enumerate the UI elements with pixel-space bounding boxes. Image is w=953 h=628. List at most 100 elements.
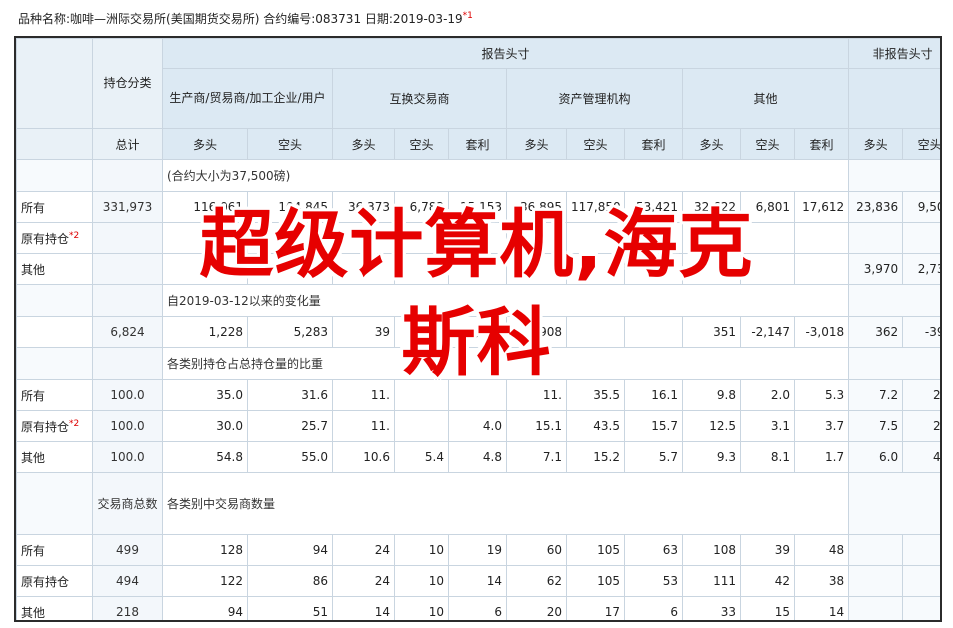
table-cell: 10 bbox=[394, 565, 449, 597]
table-cell: 105 bbox=[566, 565, 625, 597]
row-label-text: 原有持仓 bbox=[21, 419, 70, 434]
section-row: (合约大小为37,500磅) bbox=[16, 159, 940, 192]
table-row: 其他 100.0 54.8 55.0 10.6 5.4 4.8 7.1 15.2 5.7 9.3 8.… bbox=[16, 441, 940, 473]
header-swap: 互换交易商 bbox=[332, 68, 507, 129]
table-cell: 7.1 bbox=[506, 441, 567, 473]
row-label-text: 所有 bbox=[21, 543, 46, 558]
table-cell: 6 bbox=[624, 596, 683, 620]
section-blank bbox=[16, 472, 93, 535]
section-blank bbox=[848, 472, 940, 535]
header-managed: 资产管理机构 bbox=[506, 68, 683, 129]
header-short: 空头 bbox=[247, 128, 333, 160]
table-cell: 15.7 bbox=[624, 410, 683, 442]
header-blank bbox=[16, 128, 93, 160]
ratios-body: 所有 100.0 35.0 31.6 11. 11. 35.5 16.1 9.8 2.0 5.3 7.… bbox=[16, 379, 940, 473]
table-cell: 14 bbox=[448, 565, 507, 597]
table-cell: 10 bbox=[394, 596, 449, 620]
table-cell: 100.0 bbox=[92, 441, 163, 473]
table-cell: 43.5 bbox=[566, 410, 625, 442]
row-label-text: 原有持仓 bbox=[21, 574, 70, 589]
section-row: 交易商总数 各类别中交易商数量 bbox=[16, 472, 940, 535]
table-cell: 4.8 bbox=[448, 441, 507, 473]
table-cell: 9.3 bbox=[682, 441, 741, 473]
section-contract-size: (合约大小为37,500磅) bbox=[161, 159, 850, 192]
table-cell: 8.1 bbox=[740, 441, 795, 473]
header-producer: 生产商/贸易商/加工企业/用户 bbox=[162, 68, 333, 129]
table-cell: 128 bbox=[162, 534, 248, 566]
table-cell bbox=[902, 534, 940, 566]
table-cell: 20 bbox=[506, 596, 567, 620]
table-cell: 54.8 bbox=[162, 441, 248, 473]
watermark-overlay: 超级计算机,海克 斯科 bbox=[10, 196, 943, 392]
table-cell: 15 bbox=[740, 596, 795, 620]
table-cell: 3.1 bbox=[740, 410, 795, 442]
section-trader-total: 交易商总数 bbox=[92, 472, 163, 535]
table-cell: 39 bbox=[740, 534, 795, 566]
table-cell bbox=[394, 410, 449, 442]
table-cell: 30.0 bbox=[162, 410, 248, 442]
table-cell: 105 bbox=[566, 534, 625, 566]
table-cell: 33 bbox=[682, 596, 741, 620]
table-cell: 42 bbox=[740, 565, 795, 597]
header-row-1: 持仓分类 报告头寸 非报告头寸 bbox=[16, 38, 940, 129]
table-cell: 7.5 bbox=[848, 410, 904, 442]
page-caption: 品种名称:咖啡—洲际交易所(美国期货交易所) 合约编号:083731 日期:20… bbox=[18, 10, 473, 27]
table-cell: 19 bbox=[448, 534, 507, 566]
table-cell: 10.6 bbox=[332, 441, 395, 473]
table-cell: 94 bbox=[162, 596, 248, 620]
overlay-line-1: 超级计算机,海克 bbox=[199, 202, 754, 288]
header-corner bbox=[16, 38, 93, 129]
header-short: 空头 bbox=[902, 128, 940, 160]
section-blank bbox=[848, 159, 940, 192]
table-cell: 5.4 bbox=[394, 441, 449, 473]
table-cell: 5.7 bbox=[624, 441, 683, 473]
header-spread: 套利 bbox=[624, 128, 683, 160]
header-short: 空头 bbox=[566, 128, 625, 160]
header-spread: 套利 bbox=[793, 128, 850, 160]
overlay-line-2: 斯科 bbox=[401, 300, 552, 386]
table-cell: 24 bbox=[332, 565, 395, 597]
table-cell: 17 bbox=[566, 596, 625, 620]
header-row-3: 总计 多头 空头 多头 空头 套利 多头 空头 套利 多头 空头 套利 多头 空… bbox=[16, 128, 940, 160]
table-cell bbox=[848, 565, 904, 597]
table-cell: 218 bbox=[92, 596, 163, 620]
caption-text: 品种名称:咖啡—洲际交易所(美国期货交易所) 合约编号:083731 日期:20… bbox=[18, 12, 463, 26]
table-cell: 494 bbox=[92, 565, 163, 597]
table-cell: 14 bbox=[793, 596, 850, 620]
table-cell: 51 bbox=[247, 596, 333, 620]
table-cell: 15.1 bbox=[506, 410, 567, 442]
header-long: 多头 bbox=[332, 128, 395, 160]
header-long: 多头 bbox=[506, 128, 567, 160]
header-report: 报告头寸 bbox=[161, 38, 850, 69]
header-total: 总计 bbox=[92, 128, 163, 160]
table-cell: 53 bbox=[624, 565, 683, 597]
table-cell: 4.0 bbox=[448, 410, 507, 442]
table-cell: 14 bbox=[332, 596, 395, 620]
table-row: 原有持仓*2 100.0 30.0 25.7 11. 4.0 15.1 43.5 15.7 12.… bbox=[16, 410, 940, 442]
section-blank bbox=[92, 159, 163, 192]
row-footnote: *2 bbox=[69, 418, 80, 429]
table-cell: 1.7 bbox=[793, 441, 850, 473]
table-cell: 2.6 bbox=[902, 410, 940, 442]
table-cell: 55.0 bbox=[247, 441, 333, 473]
table-cell: 24 bbox=[332, 534, 395, 566]
header-holding-class: 持仓分类 bbox=[92, 38, 163, 129]
row-label: 所有 bbox=[16, 534, 93, 566]
section-blank bbox=[16, 159, 93, 192]
table-cell bbox=[848, 596, 904, 620]
table-cell: 94 bbox=[247, 534, 333, 566]
table-cell: 108 bbox=[682, 534, 741, 566]
table-cell: 111 bbox=[682, 565, 741, 597]
header-nonreport-blank bbox=[848, 68, 940, 129]
table-cell bbox=[848, 534, 904, 566]
header-long: 多头 bbox=[848, 128, 904, 160]
table-row: 所有 499 128 94 24 10 19 60 105 63 108 39 48 bbox=[16, 534, 940, 566]
header-short: 空头 bbox=[394, 128, 449, 160]
row-label: 其他 bbox=[16, 441, 93, 473]
row-label: 原有持仓*2 bbox=[16, 410, 93, 442]
header-short: 空头 bbox=[740, 128, 795, 160]
table-cell: 122 bbox=[162, 565, 248, 597]
table-cell: 25.7 bbox=[247, 410, 333, 442]
table-cell: 48 bbox=[793, 534, 850, 566]
row-label-text: 其他 bbox=[21, 450, 46, 465]
